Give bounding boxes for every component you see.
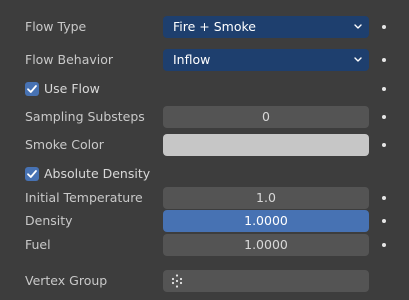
density-row: Density 1.0000 <box>0 209 409 233</box>
absolute-density-checkbox[interactable]: Absolute Density <box>0 162 409 186</box>
keyframe-dot-icon[interactable] <box>382 87 386 91</box>
initial-temperature-label: Initial Temperature <box>25 190 143 205</box>
vertex-group-label: Vertex Group <box>25 273 108 288</box>
keyframe-dot-icon[interactable] <box>382 243 386 247</box>
smoke-color-row: Smoke Color <box>0 133 409 157</box>
vertex-group-field[interactable] <box>163 270 369 292</box>
fuel-label: Fuel <box>25 237 51 252</box>
initial-temperature-row: Initial Temperature 1.0 <box>0 186 409 210</box>
fuel-field[interactable]: 1.0000 <box>163 234 369 256</box>
checkmark-icon[interactable] <box>25 82 39 96</box>
sampling-substeps-field[interactable]: 0 <box>163 106 369 128</box>
flow-type-label: Flow Type <box>25 19 87 34</box>
sampling-substeps-label: Sampling Substeps <box>25 109 145 124</box>
keyframe-dot-icon[interactable] <box>382 25 386 29</box>
smoke-color-swatch[interactable] <box>163 134 369 156</box>
chevron-down-icon <box>354 24 362 29</box>
sampling-substeps-row: Sampling Substeps 0 <box>0 105 409 129</box>
fuel-row: Fuel 1.0000 <box>0 233 409 257</box>
use-flow-label: Use Flow <box>44 81 100 96</box>
flow-behavior-value: Inflow <box>173 52 211 67</box>
keyframe-dot-icon[interactable] <box>382 196 386 200</box>
vertex-group-icon <box>171 274 183 288</box>
checkmark-icon[interactable] <box>25 167 39 181</box>
use-flow-checkbox[interactable]: Use Flow <box>0 77 409 101</box>
absolute-density-label: Absolute Density <box>44 166 151 181</box>
keyframe-dot-icon[interactable] <box>382 143 386 147</box>
vertex-group-row: Vertex Group <box>0 269 409 293</box>
fluid-flow-settings-panel: Flow Type Fire + Smoke Flow Behavior Inf… <box>0 0 409 300</box>
chevron-down-icon <box>354 57 362 62</box>
flow-behavior-label: Flow Behavior <box>25 52 114 67</box>
smoke-color-label: Smoke Color <box>25 137 104 152</box>
density-field[interactable]: 1.0000 <box>163 210 369 232</box>
keyframe-dot-icon[interactable] <box>382 58 386 62</box>
flow-type-dropdown[interactable]: Fire + Smoke <box>163 16 369 38</box>
initial-temperature-field[interactable]: 1.0 <box>163 187 369 209</box>
keyframe-dot-icon[interactable] <box>382 115 386 119</box>
flow-type-row: Flow Type Fire + Smoke <box>0 15 409 39</box>
flow-behavior-dropdown[interactable]: Inflow <box>163 49 369 71</box>
flow-type-value: Fire + Smoke <box>173 19 256 34</box>
flow-behavior-row: Flow Behavior Inflow <box>0 48 409 72</box>
density-label: Density <box>25 213 73 228</box>
keyframe-dot-icon[interactable] <box>382 219 386 223</box>
